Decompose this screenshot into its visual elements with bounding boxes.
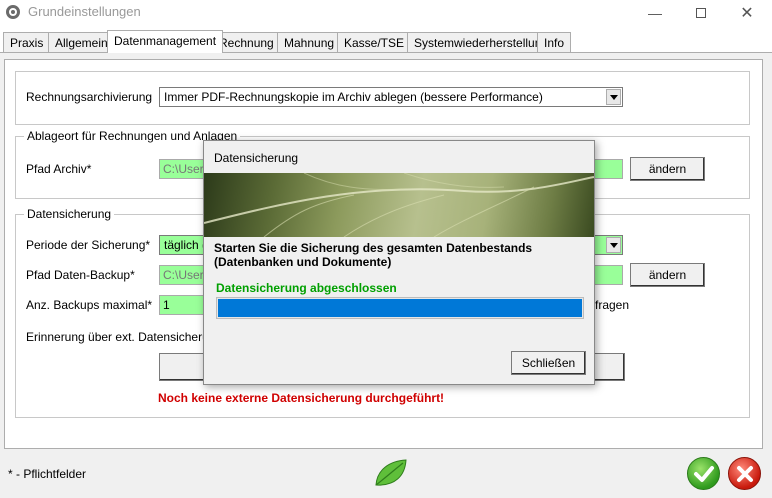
tab-info[interactable]: Info [537, 32, 572, 52]
periode-label: Periode der Sicherung* [26, 238, 151, 252]
tab-datenmanagement[interactable]: Datenmanagement [107, 30, 224, 53]
chevron-down-icon [606, 89, 621, 105]
maximize-icon [696, 8, 706, 18]
required-fields-note: * - Pflichtfelder [8, 467, 87, 481]
tab-praxis[interactable]: Praxis [3, 32, 51, 52]
tab-allgemein[interactable]: Allgemein [48, 32, 115, 52]
window-title: Grundeinstellungen [28, 4, 141, 19]
chevron-down-icon [606, 237, 621, 253]
archiv-group: Rechnungsarchivierung Immer PDF-Rechnung… [15, 71, 750, 125]
leaf-logo-icon [375, 459, 407, 486]
leaf-banner-image [204, 173, 594, 237]
tab-systemwiederherstellung[interactable]: Systemwiederherstellung [407, 32, 556, 52]
backup-progress-bar [216, 297, 584, 319]
datensicherung-dialog: Datensicherung Starten Sie die Sicherung… [203, 140, 595, 385]
backup-status-text: Datensicherung abgeschlossen [216, 281, 397, 295]
anz-backups-label: Anz. Backups maximal* [26, 298, 153, 312]
tab-kasse-tse[interactable]: Kasse/TSE [337, 32, 412, 52]
sicherung-legend: Datensicherung [24, 207, 115, 221]
gear-icon [6, 5, 20, 19]
minimize-button[interactable]: — [632, 0, 678, 26]
dialog-heading: Starten Sie die Sicherung des gesamten D… [214, 241, 533, 269]
archiv-select-value: Immer PDF-Rechnungskopie im Archiv ableg… [164, 90, 543, 104]
anz-backups-field[interactable]: 1 [159, 295, 204, 315]
ok-checkmark-icon[interactable] [687, 457, 720, 490]
pfad-backup-label: Pfad Daten-Backup* [26, 268, 135, 282]
cancel-x-icon[interactable] [728, 457, 761, 490]
fragen-text: fragen [595, 298, 630, 312]
schliessen-button[interactable]: Schließen [511, 351, 586, 375]
erinnerung-label: Erinnerung über ext. Datensicherung [26, 330, 223, 344]
archiv-select[interactable]: Immer PDF-Rechnungskopie im Archiv ableg… [159, 87, 623, 107]
tab-bar: Praxis Allgemein Datenmanagement Rechnun… [0, 30, 772, 53]
close-window-button[interactable]: ✕ [724, 0, 770, 26]
change-archiv-path-button[interactable]: ändern [630, 157, 705, 181]
progress-fill [218, 299, 582, 317]
no-external-backup-warning: Noch keine externe Datensicherung durchg… [158, 391, 445, 405]
archiv-label: Rechnungsarchivierung [26, 90, 153, 104]
title-bar: Grundeinstellungen — ✕ [0, 0, 772, 26]
change-backup-path-button[interactable]: ändern [630, 263, 705, 287]
dialog-title: Datensicherung [214, 151, 299, 165]
tab-mahnung[interactable]: Mahnung [277, 32, 342, 52]
maximize-button[interactable] [678, 0, 724, 26]
pfad-archiv-label: Pfad Archiv* [26, 162, 92, 176]
